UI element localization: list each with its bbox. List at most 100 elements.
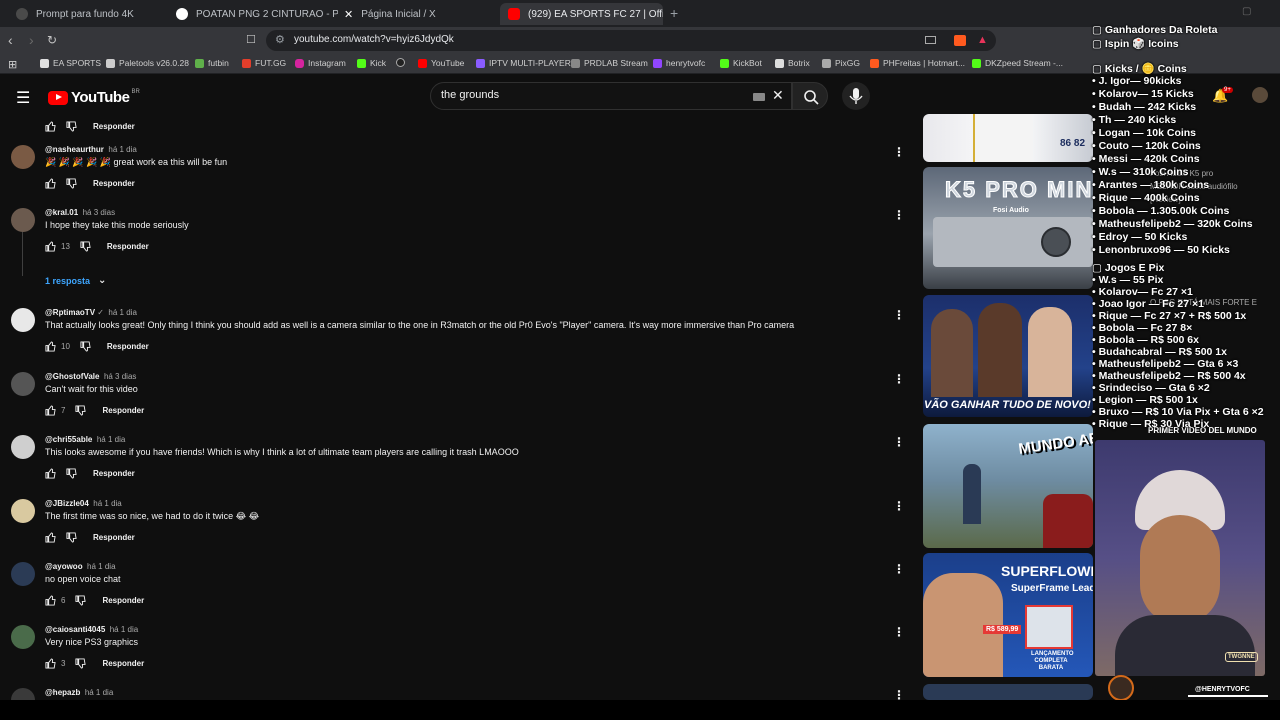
more-options-icon[interactable]: ⋮ (893, 562, 905, 576)
avatar[interactable] (11, 208, 35, 232)
bookmark-item[interactable]: PRDLAB Stream (571, 58, 648, 68)
bookmark-item[interactable]: EA SPORTS (40, 58, 101, 68)
more-options-icon[interactable]: ⋮ (893, 208, 905, 222)
reply-button[interactable]: Responder (107, 242, 149, 251)
reply-button[interactable]: Responder (93, 469, 135, 478)
video-thumbnail[interactable]: K5 PRO MINI Fosi Audio (923, 167, 1093, 289)
comment-time[interactable]: há 3 dias (104, 372, 136, 381)
bookmark-item[interactable]: IPTV MULTI-PLAYER (476, 58, 571, 68)
account-avatar[interactable] (1252, 87, 1268, 103)
video-thumbnail[interactable]: MUNDO ABIERTO (923, 424, 1093, 548)
avatar[interactable] (11, 308, 35, 332)
cast-icon[interactable] (925, 36, 936, 44)
back-arrow-icon[interactable]: ‹ (8, 32, 13, 48)
reload-icon[interactable]: ↻ (47, 32, 57, 48)
comment-author[interactable]: @hepazb (45, 688, 80, 697)
more-options-icon[interactable]: ⋮ (893, 625, 905, 639)
bookmark-item[interactable]: YouTube (418, 58, 464, 68)
like-icon[interactable] (45, 405, 56, 416)
video-thumbnail[interactable]: 86 82 (923, 114, 1093, 162)
avatar[interactable] (11, 625, 35, 649)
comment-time[interactable]: há 1 dia (108, 308, 136, 317)
video-thumbnail[interactable] (923, 684, 1093, 700)
comment-author[interactable]: @GhostofVale (45, 372, 99, 381)
comment-author[interactable]: @RptimaoTV (45, 308, 95, 317)
comment-time[interactable]: há 1 dia (97, 435, 125, 444)
avatar[interactable] (11, 145, 35, 169)
reply-button[interactable]: Responder (102, 596, 144, 605)
browser-tab[interactable]: Prompt para fundo 4K (8, 3, 168, 25)
bookmark-item[interactable]: henrytvofc (653, 58, 705, 68)
more-options-icon[interactable]: ⋮ (893, 372, 905, 386)
comment-author[interactable]: @kral.01 (45, 208, 78, 217)
bookmark-item[interactable]: futbin (195, 58, 229, 68)
more-options-icon[interactable]: ⋮ (893, 145, 905, 159)
bookmark-item[interactable]: Kick (357, 58, 386, 68)
brave-shield-icon[interactable] (954, 35, 966, 46)
comment-time[interactable]: há 1 dia (87, 562, 115, 571)
dislike-icon[interactable] (66, 532, 77, 543)
like-icon[interactable] (45, 121, 56, 132)
video-thumbnail[interactable]: SUPERFLOWER V SuperFrame Leadex R$ 589,9… (923, 553, 1093, 677)
new-tab-button[interactable]: + (670, 5, 678, 21)
dislike-icon[interactable] (80, 341, 91, 352)
bookmark-item[interactable]: PixGG (822, 58, 860, 68)
comment-time[interactable]: há 1 dia (110, 625, 138, 634)
avatar[interactable] (11, 562, 35, 586)
browser-tab-active[interactable]: (929) EA SPORTS FC 27 | Official ✕ (500, 3, 663, 25)
more-options-icon[interactable]: ⋮ (893, 688, 905, 700)
comment-author[interactable]: @nasheaurthur (45, 145, 104, 154)
comment-author[interactable]: @caiosanti4045 (45, 625, 105, 634)
bookmark-icon[interactable]: ☐ (246, 32, 256, 48)
dislike-icon[interactable] (75, 595, 87, 606)
like-icon[interactable] (45, 468, 56, 479)
menu-icon[interactable]: ☰ (16, 88, 30, 108)
bookmark-item[interactable]: DKZpeed Stream -... (972, 58, 1063, 68)
voice-search-button[interactable] (842, 82, 870, 110)
dislike-icon[interactable] (75, 658, 87, 669)
forward-arrow-icon[interactable]: › (29, 32, 34, 48)
more-options-icon[interactable]: ⋮ (893, 308, 905, 322)
rewards-icon[interactable]: ▲ (977, 34, 988, 46)
bookmark-item[interactable]: Paletools v26.0.28 (106, 58, 189, 68)
browser-tab[interactable]: ✕ Página Inicial / X (336, 3, 501, 25)
browser-tab[interactable]: POATAN PNG 2 CINTURAO - Pesquisa (168, 3, 338, 25)
video-thumbnail[interactable]: VÃO GANHAR TUDO DE NOVO! (923, 295, 1093, 417)
like-icon[interactable] (45, 178, 56, 189)
more-options-icon[interactable]: ⋮ (893, 499, 905, 513)
bookmark-item[interactable]: Instagram (295, 58, 346, 68)
bookmark-item[interactable]: Botrix (775, 58, 810, 68)
bookmark-item[interactable]: FUT.GG (242, 58, 286, 68)
bookmark-item[interactable] (396, 58, 409, 67)
clear-search-icon[interactable]: ✕ (772, 87, 784, 104)
avatar[interactable] (11, 688, 35, 700)
address-bar[interactable]: ⚙ youtube.com/watch?v=hyiz6JdydQk (266, 30, 996, 51)
reply-button[interactable]: Responder (93, 179, 135, 188)
dislike-icon[interactable] (75, 405, 87, 416)
like-icon[interactable] (45, 341, 56, 352)
like-icon[interactable] (45, 658, 56, 669)
dislike-icon[interactable] (66, 121, 77, 132)
site-info-icon[interactable]: ⚙ (275, 33, 285, 46)
comment-author[interactable]: @ayowoo (45, 562, 83, 571)
comment-time[interactable]: há 3 dias (83, 208, 115, 217)
search-button[interactable] (792, 82, 828, 110)
comment-author[interactable]: @chri55able (45, 435, 92, 444)
show-replies-button[interactable]: 1 resposta ⌄ (45, 275, 106, 286)
comment-time[interactable]: há 1 dia (93, 499, 121, 508)
window-maximize-icon[interactable]: ▢ (1242, 6, 1251, 17)
more-options-icon[interactable]: ⋮ (893, 435, 905, 449)
like-icon[interactable] (45, 595, 56, 606)
dislike-icon[interactable] (66, 468, 77, 479)
search-input[interactable] (439, 88, 739, 102)
avatar[interactable] (11, 372, 35, 396)
avatar[interactable] (11, 435, 35, 459)
avatar[interactable] (11, 499, 35, 523)
reply-button[interactable]: Responder (93, 122, 135, 131)
apps-grid-icon[interactable]: ⊞ (8, 58, 17, 71)
comment-author[interactable]: @JBizzle04 (45, 499, 89, 508)
like-icon[interactable] (45, 241, 56, 252)
reply-button[interactable]: Responder (107, 342, 149, 351)
comment-time[interactable]: há 1 dia (85, 688, 113, 697)
reply-button[interactable]: Responder (102, 406, 144, 415)
